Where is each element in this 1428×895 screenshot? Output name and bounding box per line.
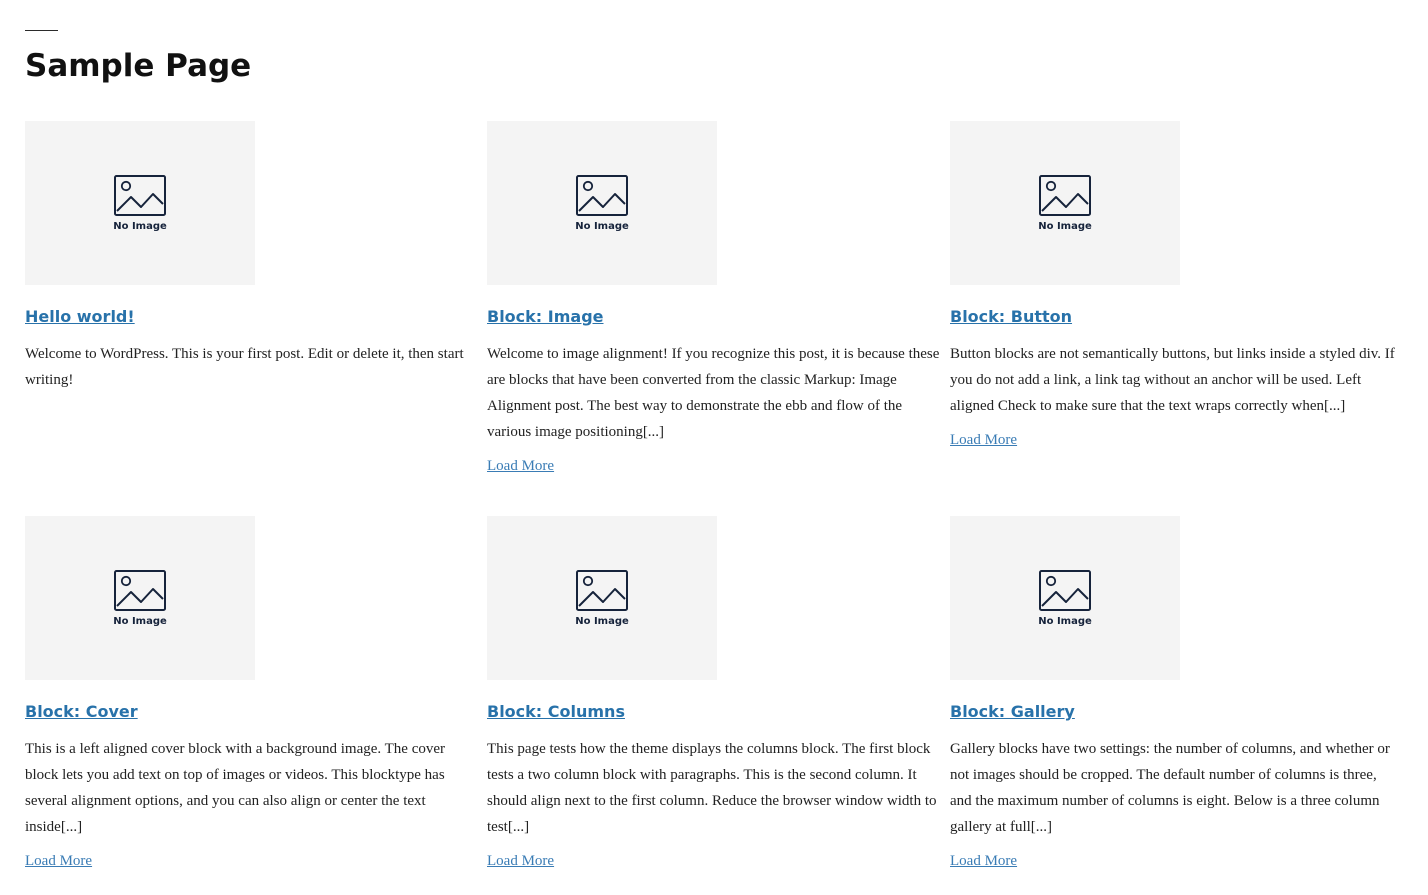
image-placeholder-icon — [576, 175, 628, 216]
no-image-label: No Image — [575, 616, 629, 627]
image-placeholder-icon — [114, 570, 166, 611]
no-image-label: No Image — [113, 221, 167, 232]
image-placeholder-icon — [114, 175, 166, 216]
post-title-link[interactable]: Block: Image — [487, 307, 604, 327]
post-title-link[interactable]: Block: Columns — [487, 702, 625, 722]
post-title-link[interactable]: Block: Cover — [25, 702, 138, 722]
post-excerpt: This page tests how the theme displays t… — [487, 741, 937, 835]
post-excerpt: Button blocks are not semantically butto… — [950, 346, 1395, 414]
image-placeholder-icon — [1039, 175, 1091, 216]
post-title-link[interactable]: Hello world! — [25, 307, 135, 327]
post-card: No Image Block: Button Button blocks are… — [950, 121, 1402, 449]
load-more-link[interactable]: Load More — [950, 852, 1017, 870]
post-card: No Image Block: Image Welcome to image a… — [487, 121, 942, 475]
no-image-label: No Image — [575, 221, 629, 232]
load-more-link[interactable]: Load More — [950, 431, 1017, 449]
post-thumbnail[interactable]: No Image — [487, 516, 717, 680]
post-excerpt: Welcome to image alignment! If you recog… — [487, 346, 940, 440]
post-card: No Image Block: Gallery Gallery blocks h… — [950, 516, 1402, 870]
post-thumbnail[interactable]: No Image — [950, 516, 1180, 680]
load-more-link[interactable]: Load More — [487, 852, 554, 870]
post-thumbnail[interactable]: No Image — [25, 516, 255, 680]
post-card: No Image Block: Cover This is a left ali… — [25, 516, 480, 870]
post-title-link[interactable]: Block: Gallery — [950, 702, 1075, 722]
load-more-link[interactable]: Load More — [25, 852, 92, 870]
post-excerpt: This is a left aligned cover block with … — [25, 741, 445, 835]
post-excerpt: Welcome to WordPress. This is your first… — [25, 346, 464, 388]
post-card: No Image Hello world! Welcome to WordPre… — [25, 121, 480, 393]
post-card: No Image Block: Columns This page tests … — [487, 516, 942, 870]
post-thumbnail[interactable]: No Image — [25, 121, 255, 285]
post-thumbnail[interactable]: No Image — [487, 121, 717, 285]
image-placeholder-icon — [576, 570, 628, 611]
post-title-link[interactable]: Block: Button — [950, 307, 1072, 327]
post-thumbnail[interactable]: No Image — [950, 121, 1180, 285]
image-placeholder-icon — [1039, 570, 1091, 611]
page-title: Sample Page — [25, 48, 252, 84]
post-excerpt: Gallery blocks have two settings: the nu… — [950, 741, 1390, 835]
no-image-label: No Image — [113, 616, 167, 627]
title-divider — [25, 30, 58, 31]
no-image-label: No Image — [1038, 221, 1092, 232]
load-more-link[interactable]: Load More — [487, 457, 554, 475]
no-image-label: No Image — [1038, 616, 1092, 627]
